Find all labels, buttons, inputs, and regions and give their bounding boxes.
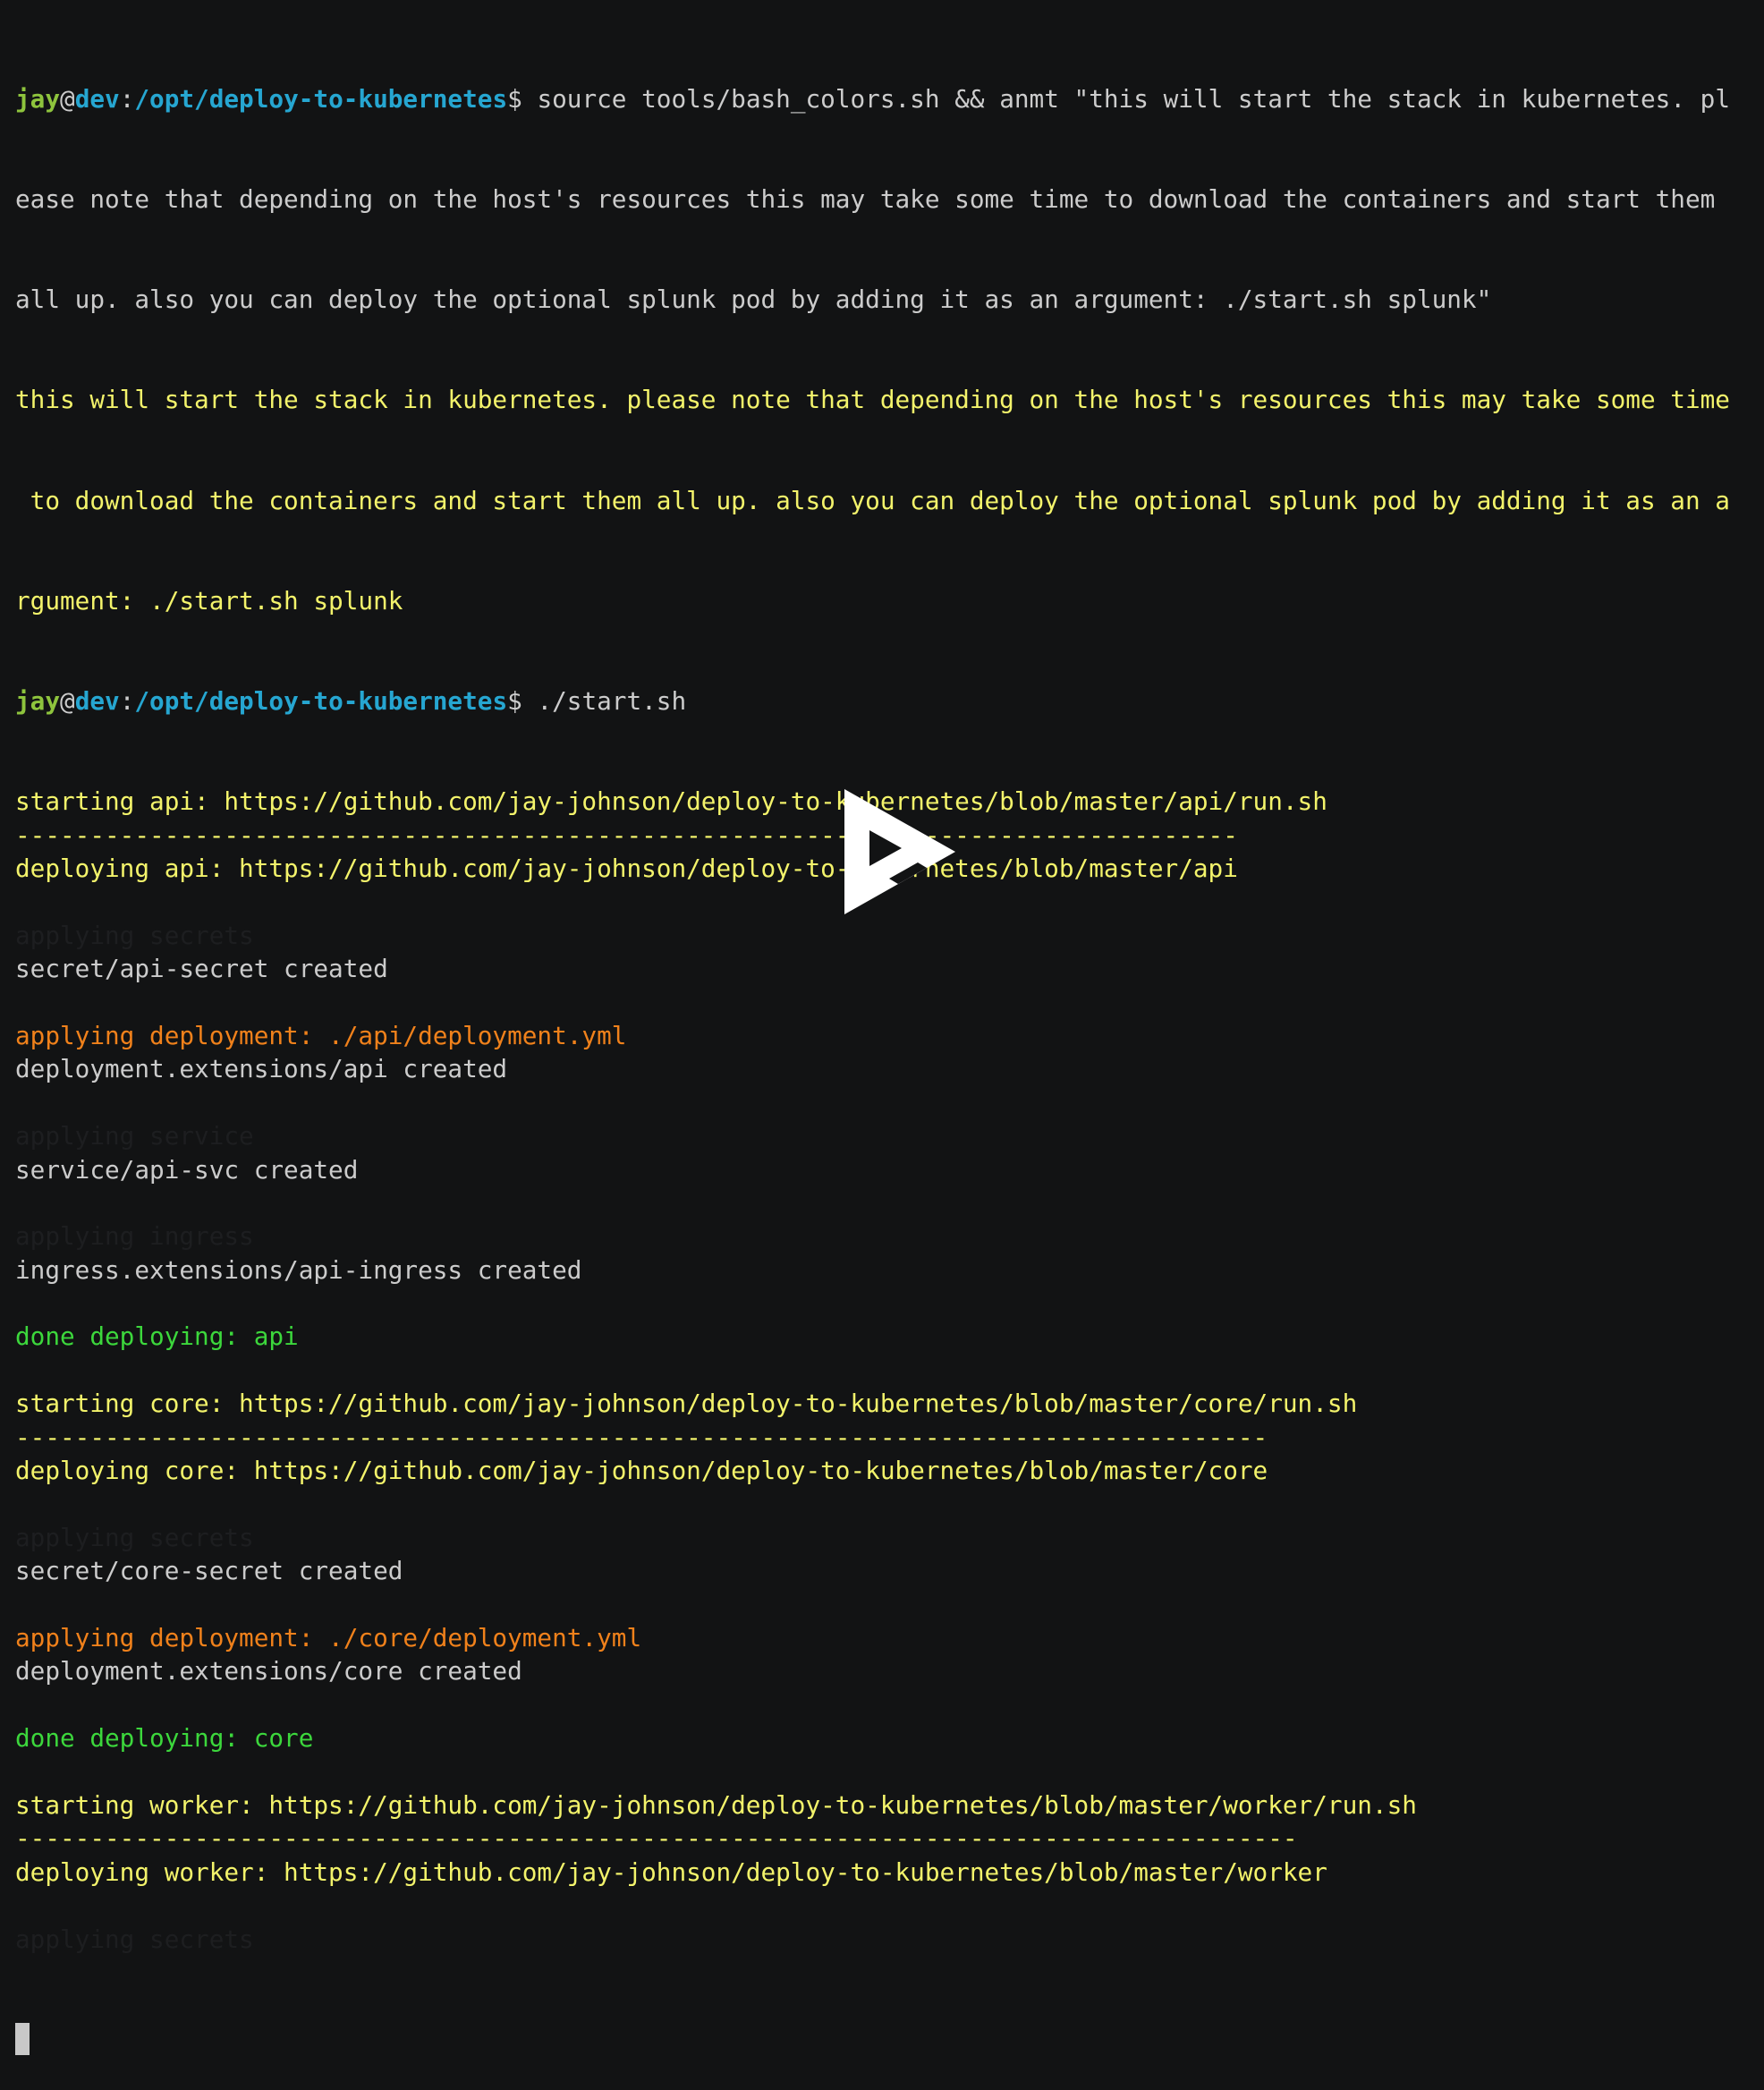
command-text: source tools/bash_colors.sh && anmt "thi… — [537, 83, 1730, 114]
prompt-host: dev — [74, 83, 120, 114]
prompt-host: dev — [74, 686, 120, 717]
output-line: deploying worker: https://github.com/jay… — [15, 1856, 1327, 1887]
command-text: ./start.sh — [537, 686, 687, 717]
echo-output-line: this will start the stack in kubernetes.… — [15, 385, 1730, 415]
prompt-at: @ — [60, 686, 75, 717]
output-line: service/api-svc created — [15, 1154, 359, 1185]
echo-output-line: to download the containers and start the… — [15, 485, 1730, 515]
output-line: deploying core: https://github.com/jay-j… — [15, 1456, 1268, 1486]
output-line: done deploying: api — [15, 1321, 299, 1352]
output-line: secret/api-secret created — [15, 954, 388, 984]
prompt-at: @ — [60, 83, 75, 114]
output-line: applying deployment: ./api/deployment.ym… — [15, 1020, 627, 1050]
script-output: starting api: https://github.com/jay-joh… — [15, 785, 1751, 1956]
prompt-path: /opt/deploy-to-kubernetes — [134, 83, 508, 114]
output-line: ----------------------------------------… — [15, 1823, 1298, 1854]
output-line: ingress.extensions/api-ingress created — [15, 1254, 582, 1285]
prompt-user: jay — [15, 686, 61, 717]
prompt-line-2: jay@dev:/opt/deploy-to-kubernetes$ ./sta… — [15, 684, 1751, 718]
output-line: applying secrets — [15, 1522, 254, 1552]
play-icon[interactable] — [844, 789, 955, 914]
command-continuation: all up. also you can deploy the optional… — [15, 285, 1492, 315]
output-line: starting worker: https://github.com/jay-… — [15, 1789, 1417, 1820]
output-line: done deploying: core — [15, 1723, 314, 1754]
output-line: applying secrets — [15, 1924, 254, 1954]
command-continuation: ease note that depending on the host's r… — [15, 184, 1716, 215]
output-line: applying service — [15, 1121, 254, 1151]
prompt-dollar: $ — [507, 83, 538, 114]
prompt-colon: : — [119, 83, 135, 114]
output-line: deployment.extensions/api created — [15, 1054, 508, 1084]
terminal-cursor — [15, 2022, 30, 2055]
prompt-dollar: $ — [507, 686, 538, 717]
output-line: secret/core-secret created — [15, 1556, 403, 1586]
output-line: applying ingress — [15, 1221, 254, 1252]
output-line: ----------------------------------------… — [15, 1422, 1268, 1452]
output-line: deployment.extensions/core created — [15, 1656, 522, 1686]
terminal-output: jay@dev:/opt/deploy-to-kubernetes$ sourc… — [15, 15, 1751, 2090]
output-line: starting core: https://github.com/jay-jo… — [15, 1389, 1358, 1419]
prompt-path: /opt/deploy-to-kubernetes — [134, 686, 508, 717]
prompt-user: jay — [15, 83, 61, 114]
output-line: applying deployment: ./core/deployment.y… — [15, 1623, 642, 1652]
cursor-line — [15, 2022, 1751, 2056]
output-line: applying secrets — [15, 920, 254, 950]
prompt-colon: : — [119, 686, 135, 717]
echo-output-line: rgument: ./start.sh splunk — [15, 585, 403, 616]
prompt-line-1: jay@dev:/opt/deploy-to-kubernetes$ sourc… — [15, 82, 1751, 115]
